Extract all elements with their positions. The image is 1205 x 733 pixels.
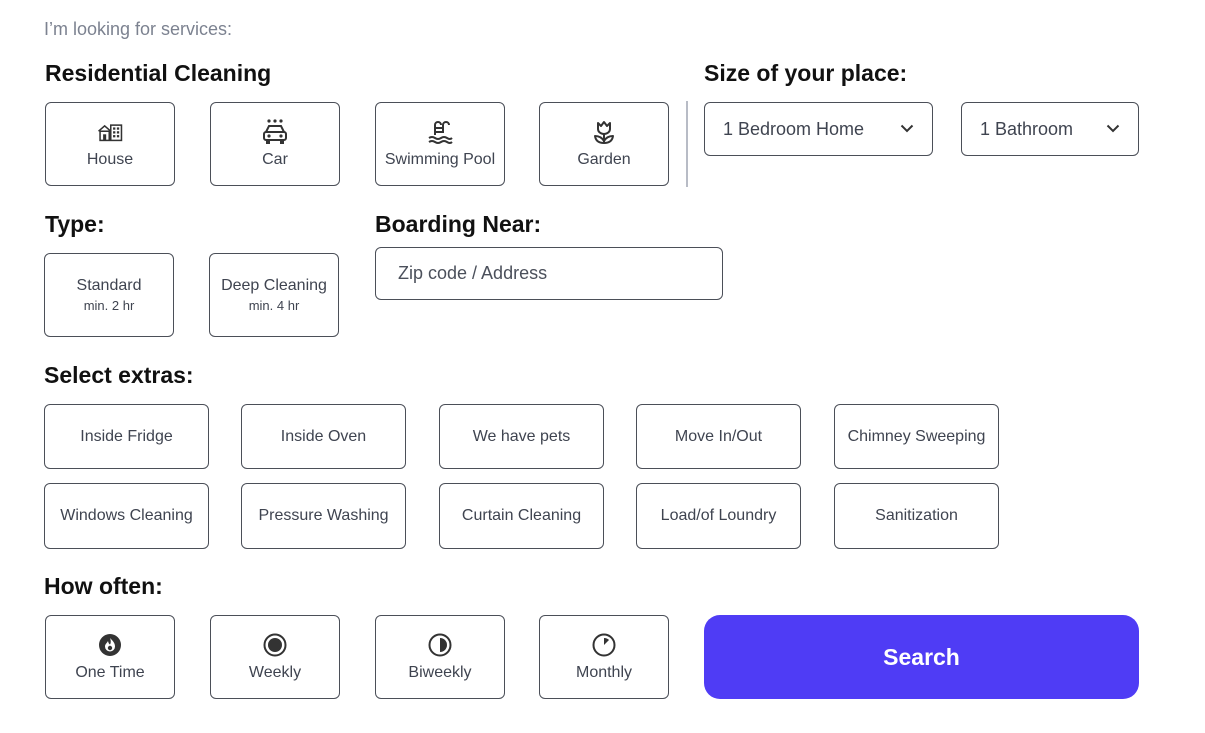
full-circle-icon bbox=[262, 632, 288, 658]
extra-inside-oven[interactable]: Inside Oven bbox=[241, 404, 406, 469]
extra-label: Load/of Loundry bbox=[660, 507, 777, 524]
type-section-title: Type: bbox=[45, 211, 105, 237]
extra-label: Move In/Out bbox=[674, 427, 763, 445]
extra-curtain-cleaning[interactable]: Curtain Cleaning bbox=[439, 483, 604, 549]
extra-windows-cleaning[interactable]: Windows Cleaning bbox=[44, 483, 209, 549]
bedrooms-select[interactable]: 1 Bedroom Home bbox=[704, 102, 933, 156]
flame-circle-icon bbox=[97, 632, 123, 658]
frequency-option-biweekly[interactable]: Biweekly bbox=[375, 615, 505, 699]
frequency-option-weekly[interactable]: Weekly bbox=[210, 615, 340, 699]
extra-sanitization[interactable]: Sanitization bbox=[834, 483, 999, 549]
frequency-option-label: Weekly bbox=[248, 664, 302, 681]
frequency-option-label: Monthly bbox=[575, 664, 633, 681]
service-option-label: Car bbox=[262, 151, 288, 168]
frequency-section-title: How often: bbox=[44, 573, 163, 599]
extra-chimney-sweeping[interactable]: Chimney Sweeping bbox=[834, 404, 999, 469]
extra-load-of-laundry[interactable]: Load/of Loundry bbox=[636, 483, 801, 549]
frequency-option-label: Biweekly bbox=[408, 664, 472, 681]
extra-label: Inside Fridge bbox=[80, 427, 173, 445]
bathrooms-select[interactable]: 1 Bathroom bbox=[961, 102, 1139, 156]
extra-pressure-washing[interactable]: Pressure Washing bbox=[241, 483, 406, 549]
extra-label: Windows Cleaning bbox=[60, 507, 193, 524]
flower-icon bbox=[591, 119, 617, 145]
extra-label: Chimney Sweeping bbox=[847, 427, 986, 445]
service-option-house[interactable]: House bbox=[45, 102, 175, 186]
extra-label: Curtain Cleaning bbox=[461, 507, 582, 524]
service-option-car[interactable]: Car bbox=[210, 102, 340, 186]
type-option-deep-cleaning[interactable]: Deep Cleaning min. 4 hr bbox=[209, 253, 339, 337]
frequency-option-one-time[interactable]: One Time bbox=[45, 615, 175, 699]
type-option-duration: min. 2 hr bbox=[83, 298, 135, 313]
pool-ladder-icon bbox=[427, 119, 453, 145]
frequency-option-monthly[interactable]: Monthly bbox=[539, 615, 669, 699]
type-option-standard[interactable]: Standard min. 2 hr bbox=[44, 253, 174, 337]
car-wash-icon bbox=[262, 119, 288, 145]
chevron-down-icon bbox=[1106, 120, 1120, 138]
type-option-label: Deep Cleaning bbox=[221, 277, 327, 294]
extra-label: Pressure Washing bbox=[258, 507, 389, 524]
size-section-title: Size of your place: bbox=[704, 60, 908, 86]
frequency-option-label: One Time bbox=[75, 664, 145, 681]
extra-label: Sanitization bbox=[875, 507, 958, 524]
building-icon bbox=[97, 119, 123, 145]
address-input[interactable] bbox=[375, 247, 723, 300]
extra-label: We have pets bbox=[472, 427, 571, 445]
section-divider bbox=[686, 101, 688, 187]
service-option-swimming-pool[interactable]: Swimming Pool bbox=[375, 102, 505, 186]
type-option-label: Standard bbox=[76, 277, 142, 294]
extra-inside-fridge[interactable]: Inside Fridge bbox=[44, 404, 209, 469]
search-button[interactable]: Search bbox=[704, 615, 1139, 699]
service-option-label: Swimming Pool bbox=[384, 151, 496, 168]
service-option-garden[interactable]: Garden bbox=[539, 102, 669, 186]
half-circle-icon bbox=[427, 632, 453, 658]
extra-label: Inside Oven bbox=[280, 427, 367, 445]
service-option-label: House bbox=[86, 151, 134, 168]
boarding-section-title: Boarding Near: bbox=[375, 211, 542, 237]
bedrooms-select-value: 1 Bedroom Home bbox=[723, 118, 865, 139]
chevron-down-icon bbox=[900, 120, 914, 138]
type-option-duration: min. 4 hr bbox=[248, 298, 300, 313]
extras-section-title: Select extras: bbox=[44, 362, 194, 388]
page-eyebrow: I’m looking for services: bbox=[44, 19, 233, 39]
extra-we-have-pets[interactable]: We have pets bbox=[439, 404, 604, 469]
bathrooms-select-value: 1 Bathroom bbox=[980, 118, 1074, 139]
service-section-title: Residential Cleaning bbox=[45, 60, 272, 86]
service-option-label: Garden bbox=[577, 151, 631, 168]
quarter-circle-icon bbox=[591, 632, 617, 658]
extra-move-in-out[interactable]: Move In/Out bbox=[636, 404, 801, 469]
